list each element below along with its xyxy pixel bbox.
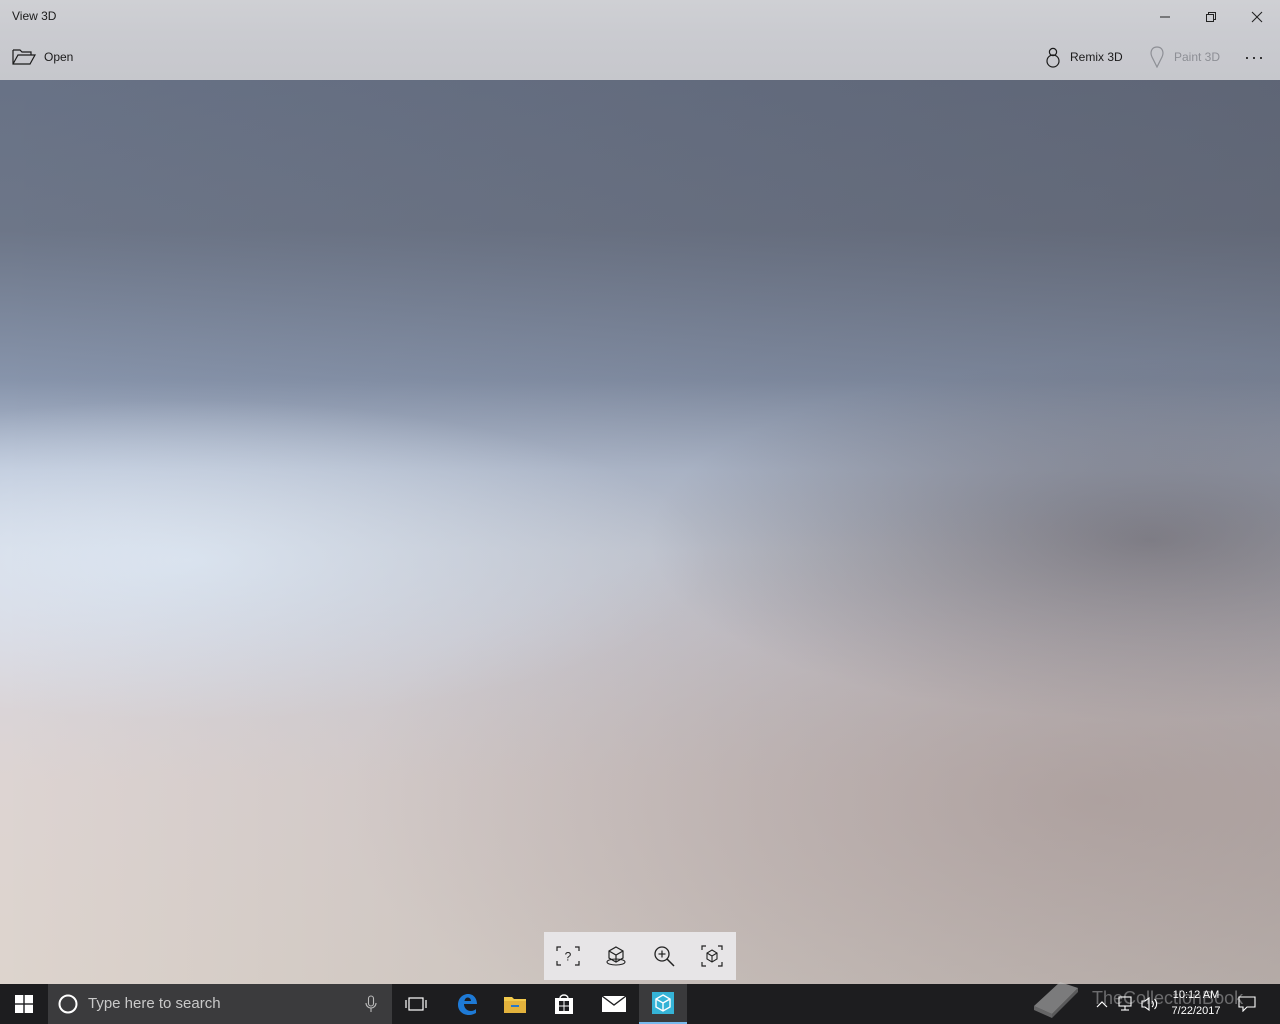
reset-view-cube-icon — [701, 945, 723, 967]
zoom-button[interactable] — [640, 932, 688, 980]
remix3d-button[interactable]: Remix 3D — [1044, 34, 1123, 80]
taskbar-file-explorer[interactable] — [491, 984, 539, 1024]
edge-icon — [458, 994, 477, 1015]
zoom-in-icon — [654, 946, 675, 967]
task-view-button[interactable] — [392, 984, 440, 1024]
open-button[interactable]: Open — [12, 34, 73, 80]
svg-text:?: ? — [565, 950, 572, 964]
clock-date: 7/22/2017 — [1171, 1005, 1221, 1017]
volume-icon — [1141, 996, 1158, 1012]
command-bar: Open Remix 3D Paint 3D ··· — [0, 34, 1280, 80]
remix3d-icon — [1046, 47, 1060, 68]
taskbar: Type here to search TheCollectionBook 10… — [0, 982, 1280, 1024]
restore-icon — [1206, 12, 1216, 22]
taskbar-mail[interactable] — [590, 984, 638, 1024]
environment-icon — [606, 946, 626, 966]
store-icon — [555, 994, 573, 1014]
chevron-up-icon — [1096, 1001, 1108, 1008]
show-hidden-icons-button[interactable] — [1090, 984, 1114, 1024]
task-view-icon — [405, 997, 427, 1011]
paint3d-label: Paint 3D — [1174, 50, 1221, 64]
network-icon — [1118, 996, 1132, 1011]
restore-button[interactable] — [1188, 0, 1234, 34]
notification-icon — [1238, 996, 1256, 1012]
paint3d-button[interactable]: Paint 3D — [1148, 34, 1220, 80]
help-frame-button[interactable]: ? — [544, 932, 592, 980]
app-title: View 3D — [12, 9, 57, 23]
minimize-icon — [1160, 16, 1170, 18]
view3d-window: View 3D Open Remix 3D Paint 3D ··· ? — [0, 0, 1280, 984]
action-center-button[interactable] — [1234, 984, 1260, 1024]
more-options-button[interactable]: ··· — [1244, 34, 1265, 80]
title-bar[interactable]: View 3D — [0, 0, 1280, 34]
more-icon: ··· — [1244, 46, 1265, 67]
watermark-book-icon — [1034, 982, 1078, 1018]
search-box[interactable]: Type here to search — [48, 984, 392, 1024]
start-button[interactable] — [0, 984, 48, 1024]
network-button[interactable] — [1114, 984, 1138, 1024]
taskbar-edge[interactable] — [443, 984, 491, 1024]
view-toolbox: ? — [544, 932, 736, 980]
reset-view-button[interactable] — [688, 932, 736, 980]
microphone-icon[interactable] — [365, 995, 377, 1013]
windows-logo-icon — [15, 995, 33, 1013]
open-label: Open — [44, 50, 74, 64]
clock[interactable]: 10:12 AM 7/22/2017 — [1160, 987, 1232, 1019]
mail-icon — [601, 995, 627, 1012]
view3d-app-icon — [652, 992, 674, 1014]
close-button[interactable] — [1234, 0, 1280, 34]
3d-viewport[interactable] — [0, 80, 1280, 984]
taskbar-view3d[interactable] — [639, 984, 687, 1024]
folder-open-icon — [12, 49, 36, 65]
cortana-icon — [58, 994, 78, 1014]
close-icon — [1251, 11, 1263, 23]
minimize-button[interactable] — [1142, 0, 1188, 34]
environment-button[interactable] — [592, 932, 640, 980]
help-frame-icon: ? — [556, 946, 580, 966]
clock-time: 10:12 AM — [1172, 989, 1220, 1001]
search-placeholder: Type here to search — [88, 995, 221, 1012]
taskbar-store[interactable] — [540, 984, 588, 1024]
paint3d-icon — [1150, 46, 1164, 68]
remix3d-label: Remix 3D — [1070, 50, 1123, 64]
file-explorer-icon — [504, 997, 526, 1013]
volume-button[interactable] — [1138, 984, 1162, 1024]
